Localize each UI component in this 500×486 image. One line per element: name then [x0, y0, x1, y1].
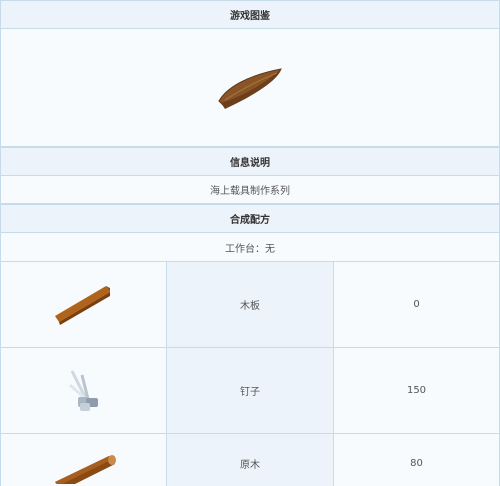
wooden-boat-icon [218, 67, 282, 109]
table-row: 钉子 150 [1, 348, 499, 434]
ingredient-image-cell [1, 262, 167, 347]
ingredient-qty: 0 [334, 262, 499, 347]
ingredient-qty: 80 [334, 434, 499, 486]
info-header: 信息说明 [1, 147, 499, 176]
table-row: 原木 80 [1, 434, 499, 486]
info-text: 海上载具制作系列 [1, 176, 499, 204]
log-icon [54, 454, 116, 484]
ingredient-name: 木板 [167, 262, 334, 347]
table-row: 木板 0 [1, 262, 499, 348]
recipe-header: 合成配方 [1, 204, 499, 233]
nails-icon [68, 369, 98, 411]
workbench-text: 工作台：无 [1, 233, 499, 262]
page-title: 游戏图鉴 [1, 0, 499, 29]
ingredient-image-cell [1, 434, 167, 486]
ingredient-name: 钉子 [167, 348, 334, 433]
item-image-cell [1, 29, 499, 147]
ingredient-image-cell [1, 348, 167, 433]
ingredient-name: 原木 [167, 434, 334, 486]
ingredient-qty: 150 [334, 348, 499, 433]
wooden-plank-icon [54, 285, 110, 325]
encyclopedia-table: 游戏图鉴 信息说明 海上载具制作系列 合成配方 工作台：无 木板 0 钉子 15… [0, 0, 500, 486]
